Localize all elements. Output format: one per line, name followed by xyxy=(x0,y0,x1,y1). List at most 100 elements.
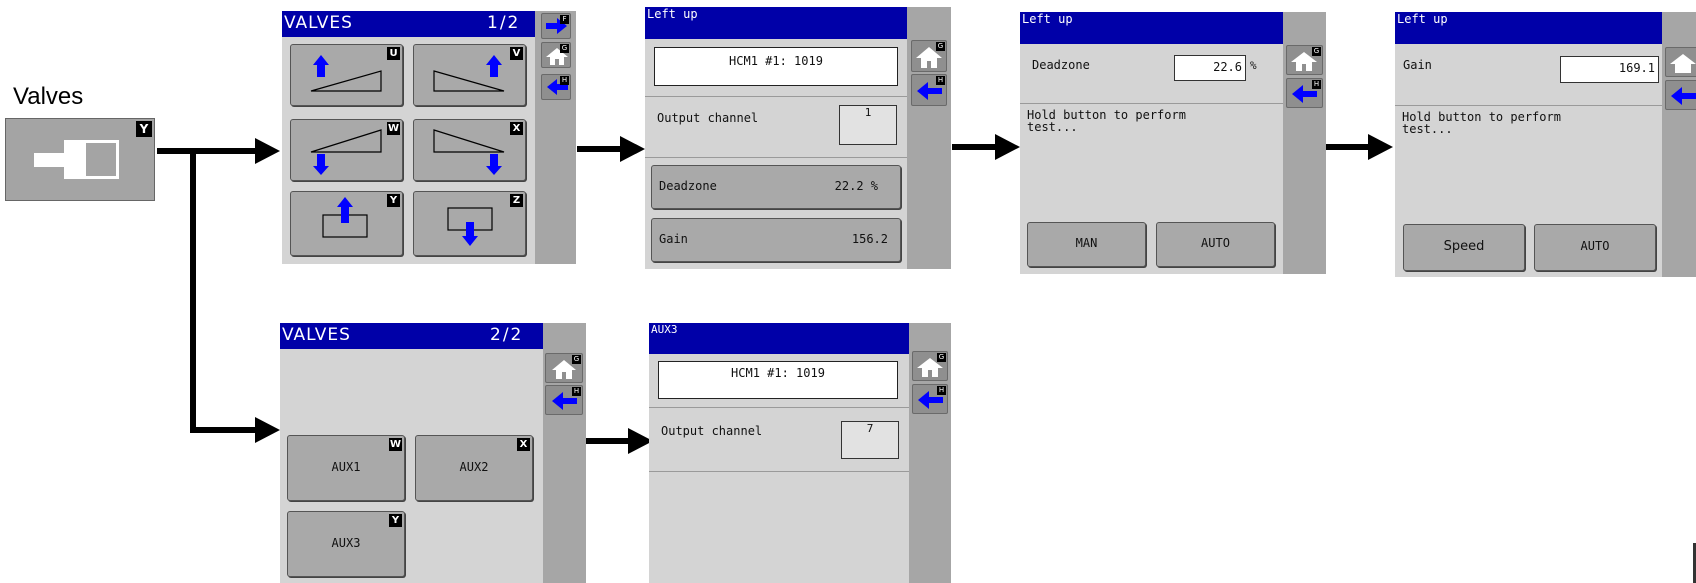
tile-label: AUX2 xyxy=(459,460,489,474)
home-button[interactable] xyxy=(1665,47,1696,77)
gain-field-value[interactable]: 169.1 xyxy=(1560,56,1659,83)
valve-ramp-down-left-icon xyxy=(310,129,382,175)
divider xyxy=(649,471,909,472)
valves-start-button[interactable]: Y xyxy=(5,118,155,201)
next-page-button[interactable]: F xyxy=(541,13,571,39)
key-g: G xyxy=(560,44,569,53)
back-button[interactable]: H xyxy=(912,384,948,414)
left-up-title: Left up xyxy=(645,7,909,39)
back-button[interactable]: H xyxy=(545,385,583,415)
key-g: G xyxy=(937,353,946,362)
device-id-text: HCM1 #1: 1019 xyxy=(731,366,825,380)
home-button[interactable]: G xyxy=(911,40,947,72)
back-button[interactable]: H xyxy=(1286,78,1323,108)
home-button[interactable]: G xyxy=(545,353,583,383)
left-up-screen: Left up G H HCM1 #1: 1019 Output channel… xyxy=(645,7,951,269)
valve-box-down-icon xyxy=(447,207,493,246)
valve-tile-w[interactable]: W xyxy=(290,119,403,181)
valve-tile-x[interactable]: X xyxy=(413,119,526,181)
start-key-badge: Y xyxy=(136,121,152,137)
output-channel-value[interactable]: 7 xyxy=(841,421,899,459)
gain-label: Gain xyxy=(659,232,688,246)
key-g: G xyxy=(572,355,581,364)
auto-button[interactable]: AUTO xyxy=(1534,224,1656,271)
valve-tile-y[interactable]: Y xyxy=(290,191,403,256)
home-button[interactable]: G xyxy=(541,42,571,68)
device-id-box: HCM1 #1: 1019 xyxy=(658,361,898,399)
button-label: MAN xyxy=(1075,236,1098,250)
gain-button[interactable]: Gain 156.2 xyxy=(651,218,901,262)
tile-badge: Y xyxy=(387,194,400,207)
back-button[interactable]: H xyxy=(911,74,947,106)
tile-badge: V xyxy=(510,47,523,60)
key-f: F xyxy=(560,15,569,24)
valve-ramp-up-left-icon xyxy=(310,55,382,92)
home-icon xyxy=(1670,54,1696,73)
divider xyxy=(1395,105,1662,106)
valve-ramp-down-right-icon xyxy=(433,129,505,175)
gain-value: 156.2 xyxy=(851,232,888,246)
divider xyxy=(1020,103,1283,104)
man-button[interactable]: MAN xyxy=(1027,222,1146,267)
deadzone-screen-title: Left up xyxy=(1020,12,1285,44)
divider xyxy=(645,96,907,97)
gain-field-label: Gain xyxy=(1403,58,1432,72)
start-label: Valves xyxy=(13,83,84,110)
speed-button[interactable]: Speed xyxy=(1403,224,1525,271)
valves-page2-screen: VALVES 2/2 G H AUX1 W AUX2 X AUX3 Y xyxy=(280,323,586,583)
arrow-to-valves-page2 xyxy=(190,151,255,433)
key-g: G xyxy=(1312,47,1321,56)
aux3-screen: AUX3 G H HCM1 #1: 1019 Output channel 7 xyxy=(649,323,951,583)
deadzone-test-screen: Left up G H Deadzone 22.6 % Hold button … xyxy=(1020,12,1326,274)
valve-icon xyxy=(34,140,119,179)
button-label: Speed xyxy=(1443,239,1485,254)
aux2-button[interactable]: AUX2 X xyxy=(415,435,533,501)
tile-badge: W xyxy=(387,122,400,135)
deadzone-value: 22.2 % xyxy=(834,179,878,193)
key-h: H xyxy=(1312,80,1321,89)
divider xyxy=(649,407,909,408)
valves-page1-screen: VALVES 1/2 F G H U V W X Y Z xyxy=(282,11,576,264)
tile-badge: Y xyxy=(389,514,402,527)
tile-badge: X xyxy=(510,122,523,135)
valve-box-up-icon xyxy=(322,197,368,238)
gain-test-screen: Left up Gain 169.1 Hold button to perfor… xyxy=(1395,12,1696,277)
auto-button[interactable]: AUTO xyxy=(1156,222,1275,267)
valves-page1-page-indicator: 1/2 xyxy=(487,13,521,33)
test-instruction-text: Hold button to perform test... xyxy=(1027,108,1186,134)
tile-badge: Z xyxy=(510,194,523,207)
tile-badge: W xyxy=(389,438,402,451)
valve-tile-v[interactable]: V xyxy=(413,44,526,106)
output-channel-label: Output channel xyxy=(657,111,759,125)
tile-label: AUX3 xyxy=(331,536,361,550)
key-h: H xyxy=(572,387,581,396)
arrow-left-icon xyxy=(1671,87,1696,105)
back-button[interactable]: H xyxy=(541,74,571,100)
valve-tile-u[interactable]: U xyxy=(290,44,403,106)
home-button[interactable]: G xyxy=(1286,45,1323,75)
tile-label: AUX1 xyxy=(331,460,361,474)
output-channel-label: Output channel xyxy=(661,424,763,438)
key-h: H xyxy=(560,76,569,85)
output-channel-value[interactable]: 1 xyxy=(839,105,897,145)
home-button[interactable]: G xyxy=(912,351,948,381)
back-button[interactable] xyxy=(1665,80,1696,110)
valve-ramp-up-right-icon xyxy=(433,55,505,92)
valves-page2-page-indicator: 2/2 xyxy=(490,325,524,345)
tile-badge: U xyxy=(387,47,400,60)
deadzone-button[interactable]: Deadzone 22.2 % xyxy=(651,165,901,209)
key-g: G xyxy=(936,42,945,51)
divider xyxy=(645,157,907,158)
gain-screen-title: Left up xyxy=(1395,12,1664,44)
tile-badge: X xyxy=(517,438,530,451)
aux3-title: AUX3 xyxy=(649,323,911,354)
deadzone-field-value[interactable]: 22.6 xyxy=(1174,55,1246,81)
button-label: AUTO xyxy=(1201,236,1230,250)
valve-tile-z[interactable]: Z xyxy=(413,191,526,256)
key-h: H xyxy=(937,386,946,395)
key-h: H xyxy=(936,76,945,85)
aux1-button[interactable]: AUX1 W xyxy=(287,435,405,501)
device-id-text: HCM1 #1: 1019 xyxy=(729,54,823,68)
aux3-button[interactable]: AUX3 Y xyxy=(287,511,405,577)
test-instruction-text: Hold button to perform test... xyxy=(1402,110,1561,136)
